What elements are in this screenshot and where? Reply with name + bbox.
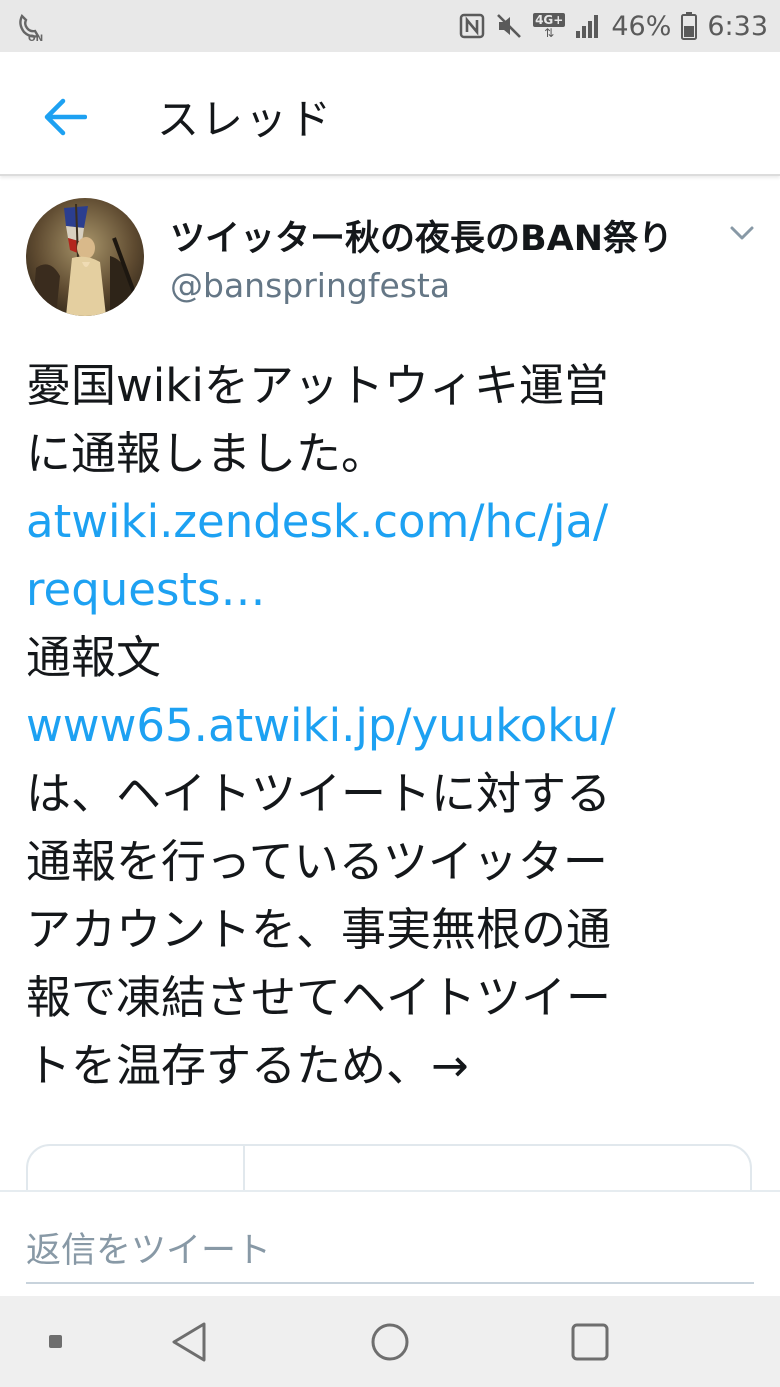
chevron-down-icon <box>730 226 754 240</box>
network-type-icon: 4G+ ⇅ <box>533 13 566 40</box>
network-type-label: 4G+ <box>533 13 566 27</box>
tweet-text-line: 報で凍結させてヘイトツイー <box>26 971 612 1024</box>
tweet-text-line: トを温存するため、→ <box>26 1039 469 1092</box>
battery-percent: 46% <box>611 10 672 42</box>
navigation-bar <box>0 1296 780 1387</box>
recent-dot-button[interactable] <box>28 1314 84 1370</box>
tweet-text-line: アカウントを、事実無根の通 <box>26 903 612 956</box>
reply-input[interactable]: 返信をツイート <box>26 1222 754 1284</box>
back-button[interactable] <box>30 82 100 152</box>
tweet-text: 憂国wikiをアットウィキ運営 に通報しました。 atwiki.zendesk.… <box>26 352 766 1100</box>
page-title: スレッド <box>157 95 334 144</box>
signal-icon <box>575 13 601 39</box>
back-arrow-icon <box>44 98 87 136</box>
display-name[interactable]: ツイッター秋の夜長のBAN祭り <box>170 210 673 261</box>
tweet-menu-button[interactable] <box>722 214 762 254</box>
square-overview-icon <box>571 1323 609 1361</box>
avatar[interactable] <box>26 198 144 316</box>
svg-text:ON: ON <box>28 34 43 42</box>
tweet-text-line: 通報を行っているツイッター <box>26 835 608 888</box>
tweet-link[interactable]: www65.atwiki.jp/yuukoku/ <box>26 692 766 760</box>
tweet-text-line: 通報文 <box>26 631 162 684</box>
reply-bar: 返信をツイート <box>0 1190 780 1298</box>
tweet-text-line: は、ヘイトツイートに対する <box>26 767 612 820</box>
home-button[interactable] <box>362 1314 418 1370</box>
circle-home-icon <box>371 1323 409 1361</box>
volte-icon: ON <box>16 12 48 44</box>
nav-back-button[interactable] <box>162 1314 218 1370</box>
square-dot-icon <box>49 1335 62 1348</box>
tweet-link[interactable]: requests… <box>26 556 766 624</box>
tweet-text-line: 憂国wikiをアットウィキ運営 <box>26 359 609 412</box>
user-handle[interactable]: @banspringfesta <box>170 266 450 305</box>
status-bar: ON 4G+ ⇅ 46% 6:33 <box>0 0 780 52</box>
tweet-text-line: に通報しました。 <box>26 427 387 480</box>
triangle-back-icon <box>172 1322 206 1362</box>
overview-button[interactable] <box>562 1314 618 1370</box>
tweet-link[interactable]: atwiki.zendesk.com/hc/ja/ <box>26 488 766 556</box>
nfc-icon <box>459 13 485 39</box>
mute-icon <box>495 12 523 40</box>
clock: 6:33 <box>707 10 768 42</box>
battery-icon <box>681 12 698 40</box>
app-header: スレッド <box>0 52 780 176</box>
